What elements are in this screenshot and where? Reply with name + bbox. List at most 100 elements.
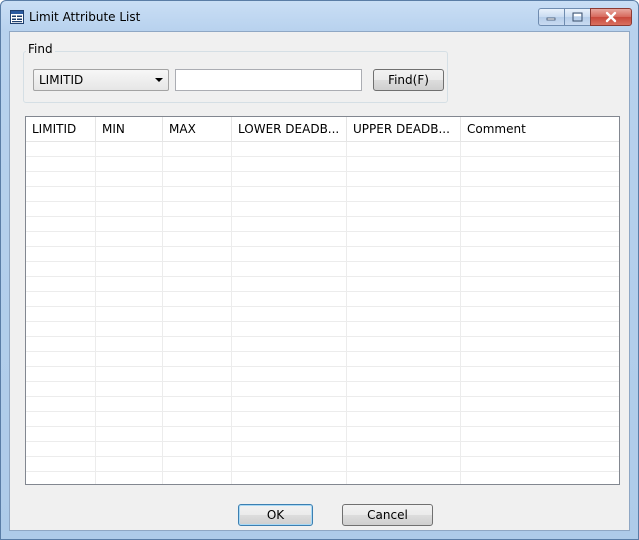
table-row[interactable] <box>26 157 619 172</box>
table-row[interactable] <box>26 202 619 217</box>
table-row[interactable] <box>26 322 619 337</box>
table-cell <box>232 202 347 217</box>
table-body <box>26 142 619 484</box>
limit-attribute-table[interactable]: LIMITID MIN MAX LOWER DEADB... UPPER DEA… <box>25 116 620 485</box>
column-header-limitid[interactable]: LIMITID <box>26 117 96 141</box>
table-row[interactable] <box>26 142 619 157</box>
table-row[interactable] <box>26 217 619 232</box>
table-cell <box>347 382 461 397</box>
table-cell <box>26 427 96 442</box>
table-cell <box>163 232 232 247</box>
table-cell <box>461 202 619 217</box>
table-cell <box>26 337 96 352</box>
close-icon <box>605 11 617 23</box>
table-cell <box>347 202 461 217</box>
table-cell <box>26 472 96 484</box>
find-field-dropdown[interactable]: LIMITID <box>33 69 169 91</box>
table-row[interactable] <box>26 367 619 382</box>
table-cell <box>163 307 232 322</box>
table-cell <box>232 442 347 457</box>
table-cell <box>461 427 619 442</box>
table-cell <box>461 292 619 307</box>
table-cell <box>96 337 163 352</box>
table-cell <box>163 397 232 412</box>
table-cell <box>26 382 96 397</box>
table-row[interactable] <box>26 352 619 367</box>
table-cell <box>96 412 163 427</box>
table-cell <box>461 187 619 202</box>
table-cell <box>96 322 163 337</box>
table-row[interactable] <box>26 412 619 427</box>
table-cell <box>347 442 461 457</box>
table-row[interactable] <box>26 232 619 247</box>
table-cell <box>347 172 461 187</box>
table-cell <box>163 352 232 367</box>
table-cell <box>461 442 619 457</box>
cancel-button[interactable]: Cancel <box>342 504 433 526</box>
table-cell <box>347 247 461 262</box>
table-cell <box>461 472 619 484</box>
table-cell <box>26 277 96 292</box>
table-cell <box>96 307 163 322</box>
table-cell <box>232 352 347 367</box>
find-button[interactable]: Find(F) <box>373 69 444 91</box>
table-cell <box>232 382 347 397</box>
table-cell <box>232 307 347 322</box>
column-header-max[interactable]: MAX <box>163 117 232 141</box>
table-cell <box>26 457 96 472</box>
table-row[interactable] <box>26 262 619 277</box>
table-row[interactable] <box>26 172 619 187</box>
table-row[interactable] <box>26 382 619 397</box>
column-header-comment[interactable]: Comment <box>461 117 619 141</box>
table-cell <box>96 202 163 217</box>
table-cell <box>163 457 232 472</box>
table-cell <box>96 247 163 262</box>
column-header-lower-deadband[interactable]: LOWER DEADB... <box>232 117 347 141</box>
table-cell <box>26 367 96 382</box>
table-cell <box>232 157 347 172</box>
table-cell <box>232 232 347 247</box>
table-cell <box>163 292 232 307</box>
table-cell <box>461 322 619 337</box>
table-cell <box>96 442 163 457</box>
table-row[interactable] <box>26 307 619 322</box>
table-cell <box>347 292 461 307</box>
table-cell <box>96 142 163 157</box>
table-cell <box>96 277 163 292</box>
close-button[interactable] <box>590 8 632 26</box>
table-header: LIMITID MIN MAX LOWER DEADB... UPPER DEA… <box>26 117 619 142</box>
find-group-label: Find <box>26 42 55 56</box>
table-cell <box>163 322 232 337</box>
column-header-upper-deadband[interactable]: UPPER DEADB... <box>347 117 461 141</box>
table-cell <box>163 472 232 484</box>
table-row[interactable] <box>26 397 619 412</box>
table-cell <box>232 367 347 382</box>
table-row[interactable] <box>26 427 619 442</box>
table-cell <box>347 322 461 337</box>
table-row[interactable] <box>26 292 619 307</box>
table-row[interactable] <box>26 277 619 292</box>
table-row[interactable] <box>26 337 619 352</box>
table-row[interactable] <box>26 442 619 457</box>
chevron-down-icon <box>155 78 163 82</box>
table-cell <box>461 337 619 352</box>
column-header-min[interactable]: MIN <box>96 117 163 141</box>
table-cell <box>232 217 347 232</box>
table-cell <box>26 187 96 202</box>
table-cell <box>26 412 96 427</box>
maximize-icon <box>572 12 583 22</box>
table-cell <box>461 142 619 157</box>
table-cell <box>163 142 232 157</box>
table-cell <box>232 247 347 262</box>
table-row[interactable] <box>26 247 619 262</box>
maximize-button[interactable] <box>564 8 590 26</box>
minimize-button[interactable] <box>538 8 564 26</box>
ok-button[interactable]: OK <box>238 504 313 526</box>
table-row[interactable] <box>26 457 619 472</box>
table-cell <box>163 367 232 382</box>
table-cell <box>163 262 232 277</box>
table-row[interactable] <box>26 472 619 484</box>
table-row[interactable] <box>26 187 619 202</box>
find-search-input[interactable] <box>175 69 362 91</box>
title-bar[interactable]: Limit Attribute List <box>1 1 638 31</box>
